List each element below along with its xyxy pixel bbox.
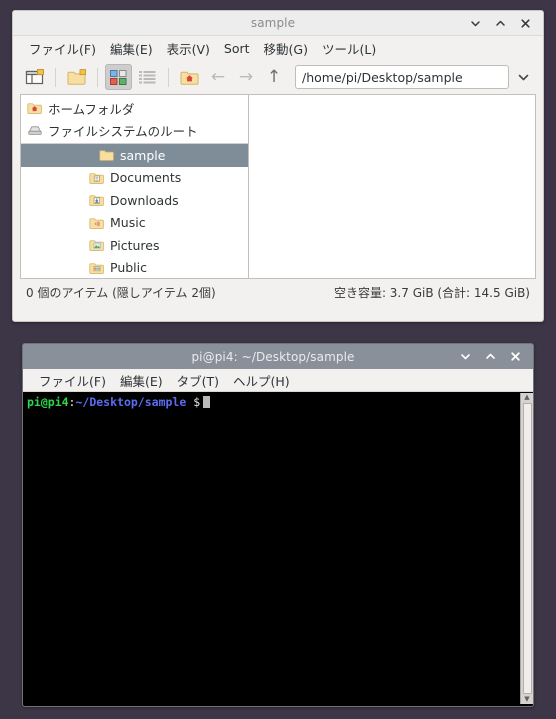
menu-file[interactable]: ファイル(F) — [32, 369, 113, 392]
terminal-body-wrapper: pi@pi4:~/Desktop/sample $ ▲ ▼ — [23, 392, 533, 706]
menu-edit[interactable]: 編集(E) — [113, 369, 170, 392]
folder-tree: sample Documents Downloads Music Picture… — [21, 144, 248, 278]
terminal-window-controls — [459, 350, 533, 363]
tree-item-label: sample — [120, 147, 166, 163]
home-button[interactable] — [176, 64, 203, 90]
tree-item-documents[interactable]: Documents — [21, 167, 248, 190]
prompt-path: ~/Desktop/sample — [75, 395, 187, 409]
menu-tools[interactable]: ツール(L) — [315, 37, 383, 60]
sidebar-item-filesystem-root[interactable]: ファイルシステムのルート — [21, 119, 248, 141]
terminal-scrollbar[interactable]: ▲ ▼ — [520, 393, 533, 704]
terminal-cursor — [203, 396, 211, 408]
menu-go[interactable]: 移動(G) — [257, 37, 315, 60]
maximize-icon[interactable] — [484, 350, 497, 363]
minimize-icon[interactable] — [459, 350, 472, 363]
scroll-down-icon[interactable]: ▼ — [524, 696, 529, 703]
tree-item-label: Documents — [110, 170, 182, 186]
minimize-icon[interactable] — [469, 17, 482, 30]
new-folder-button[interactable] — [63, 64, 90, 90]
file-manager-window: sample ファイル(F) 編集(E) 表示(V) Sort 移動(G) ツー… — [12, 10, 544, 322]
sidebar-item-label: ファイルシステムのルート — [48, 123, 198, 139]
terminal-window: pi@pi4: ~/Desktop/sample ファイル(F) 編集(E) タ… — [22, 343, 534, 707]
terminal-title: pi@pi4: ~/Desktop/sample — [191, 349, 355, 364]
menu-file[interactable]: ファイル(F) — [22, 37, 103, 60]
maximize-icon[interactable] — [494, 17, 507, 30]
menu-help[interactable]: ヘルプ(H) — [226, 369, 297, 392]
menu-tab[interactable]: タブ(T) — [170, 369, 226, 392]
toolbar-separator — [97, 67, 98, 87]
new-tab-button[interactable] — [21, 64, 48, 90]
close-icon[interactable] — [509, 350, 522, 363]
terminal-titlebar[interactable]: pi@pi4: ~/Desktop/sample — [23, 344, 533, 369]
file-manager-window-controls — [469, 17, 543, 30]
icon-view-button[interactable] — [105, 64, 132, 90]
tree-item-pictures[interactable]: Pictures — [21, 234, 248, 257]
terminal-menubar: ファイル(F) 編集(E) タブ(T) ヘルプ(H) — [23, 369, 533, 392]
path-value: /home/pi/Desktop/sample — [302, 69, 463, 85]
chevron-down-icon[interactable] — [511, 64, 535, 90]
toolbar-separator — [168, 67, 169, 87]
file-manager-titlebar[interactable]: sample — [13, 11, 543, 36]
tree-item-sample[interactable]: sample — [21, 144, 248, 167]
up-button[interactable]: ↑ — [261, 64, 287, 90]
tree-item-label: Public — [110, 260, 147, 276]
file-manager-menubar: ファイル(F) 編集(E) 表示(V) Sort 移動(G) ツール(L) — [13, 36, 543, 60]
bookmark-list: ホームフォルダ ファイルシステムのルート — [21, 95, 248, 141]
prompt-user: pi@pi4 — [27, 395, 69, 409]
forward-button[interactable]: → — [233, 64, 259, 90]
free-space-label: 空き容量: 3.7 GiB (合計: 14.5 GiB) — [333, 286, 530, 300]
sidebar-item-home-folder[interactable]: ホームフォルダ — [21, 97, 248, 119]
tree-item-label: Pictures — [110, 237, 160, 253]
item-count-label: 0 個のアイテム (隠しアイテム 2個) — [26, 286, 216, 300]
prompt-symbol: $ — [193, 395, 201, 409]
tree-item-public[interactable]: Public — [21, 257, 248, 279]
sidebar: ホームフォルダ ファイルシステムのルート sample Documents Do… — [21, 95, 249, 278]
back-button[interactable]: ← — [205, 64, 231, 90]
tree-item-downloads[interactable]: Downloads — [21, 189, 248, 212]
status-bar: 0 個のアイテム (隠しアイテム 2個) 空き容量: 3.7 GiB (合計: … — [13, 279, 543, 306]
close-icon[interactable] — [519, 17, 532, 30]
menu-sort[interactable]: Sort — [217, 39, 257, 58]
file-list-pane[interactable] — [249, 95, 535, 278]
file-manager-toolbar: ← → ↑ /home/pi/Desktop/sample — [13, 60, 543, 94]
scroll-up-icon[interactable]: ▲ — [524, 394, 529, 401]
scrollbar-thumb[interactable] — [522, 403, 532, 694]
tree-item-label: Music — [110, 215, 146, 231]
file-manager-panes: ホームフォルダ ファイルシステムのルート sample Documents Do… — [20, 94, 536, 279]
sidebar-item-label: ホームフォルダ — [48, 101, 135, 117]
path-input[interactable]: /home/pi/Desktop/sample — [295, 65, 509, 89]
list-view-button[interactable] — [134, 64, 161, 90]
tree-item-music[interactable]: Music — [21, 212, 248, 235]
menu-edit[interactable]: 編集(E) — [103, 37, 160, 60]
tree-item-label: Downloads — [110, 192, 179, 208]
terminal-screen[interactable]: pi@pi4:~/Desktop/sample $ — [25, 393, 520, 704]
file-manager-title: sample — [250, 16, 296, 30]
toolbar-separator — [55, 67, 56, 87]
menu-view[interactable]: 表示(V) — [160, 37, 217, 60]
